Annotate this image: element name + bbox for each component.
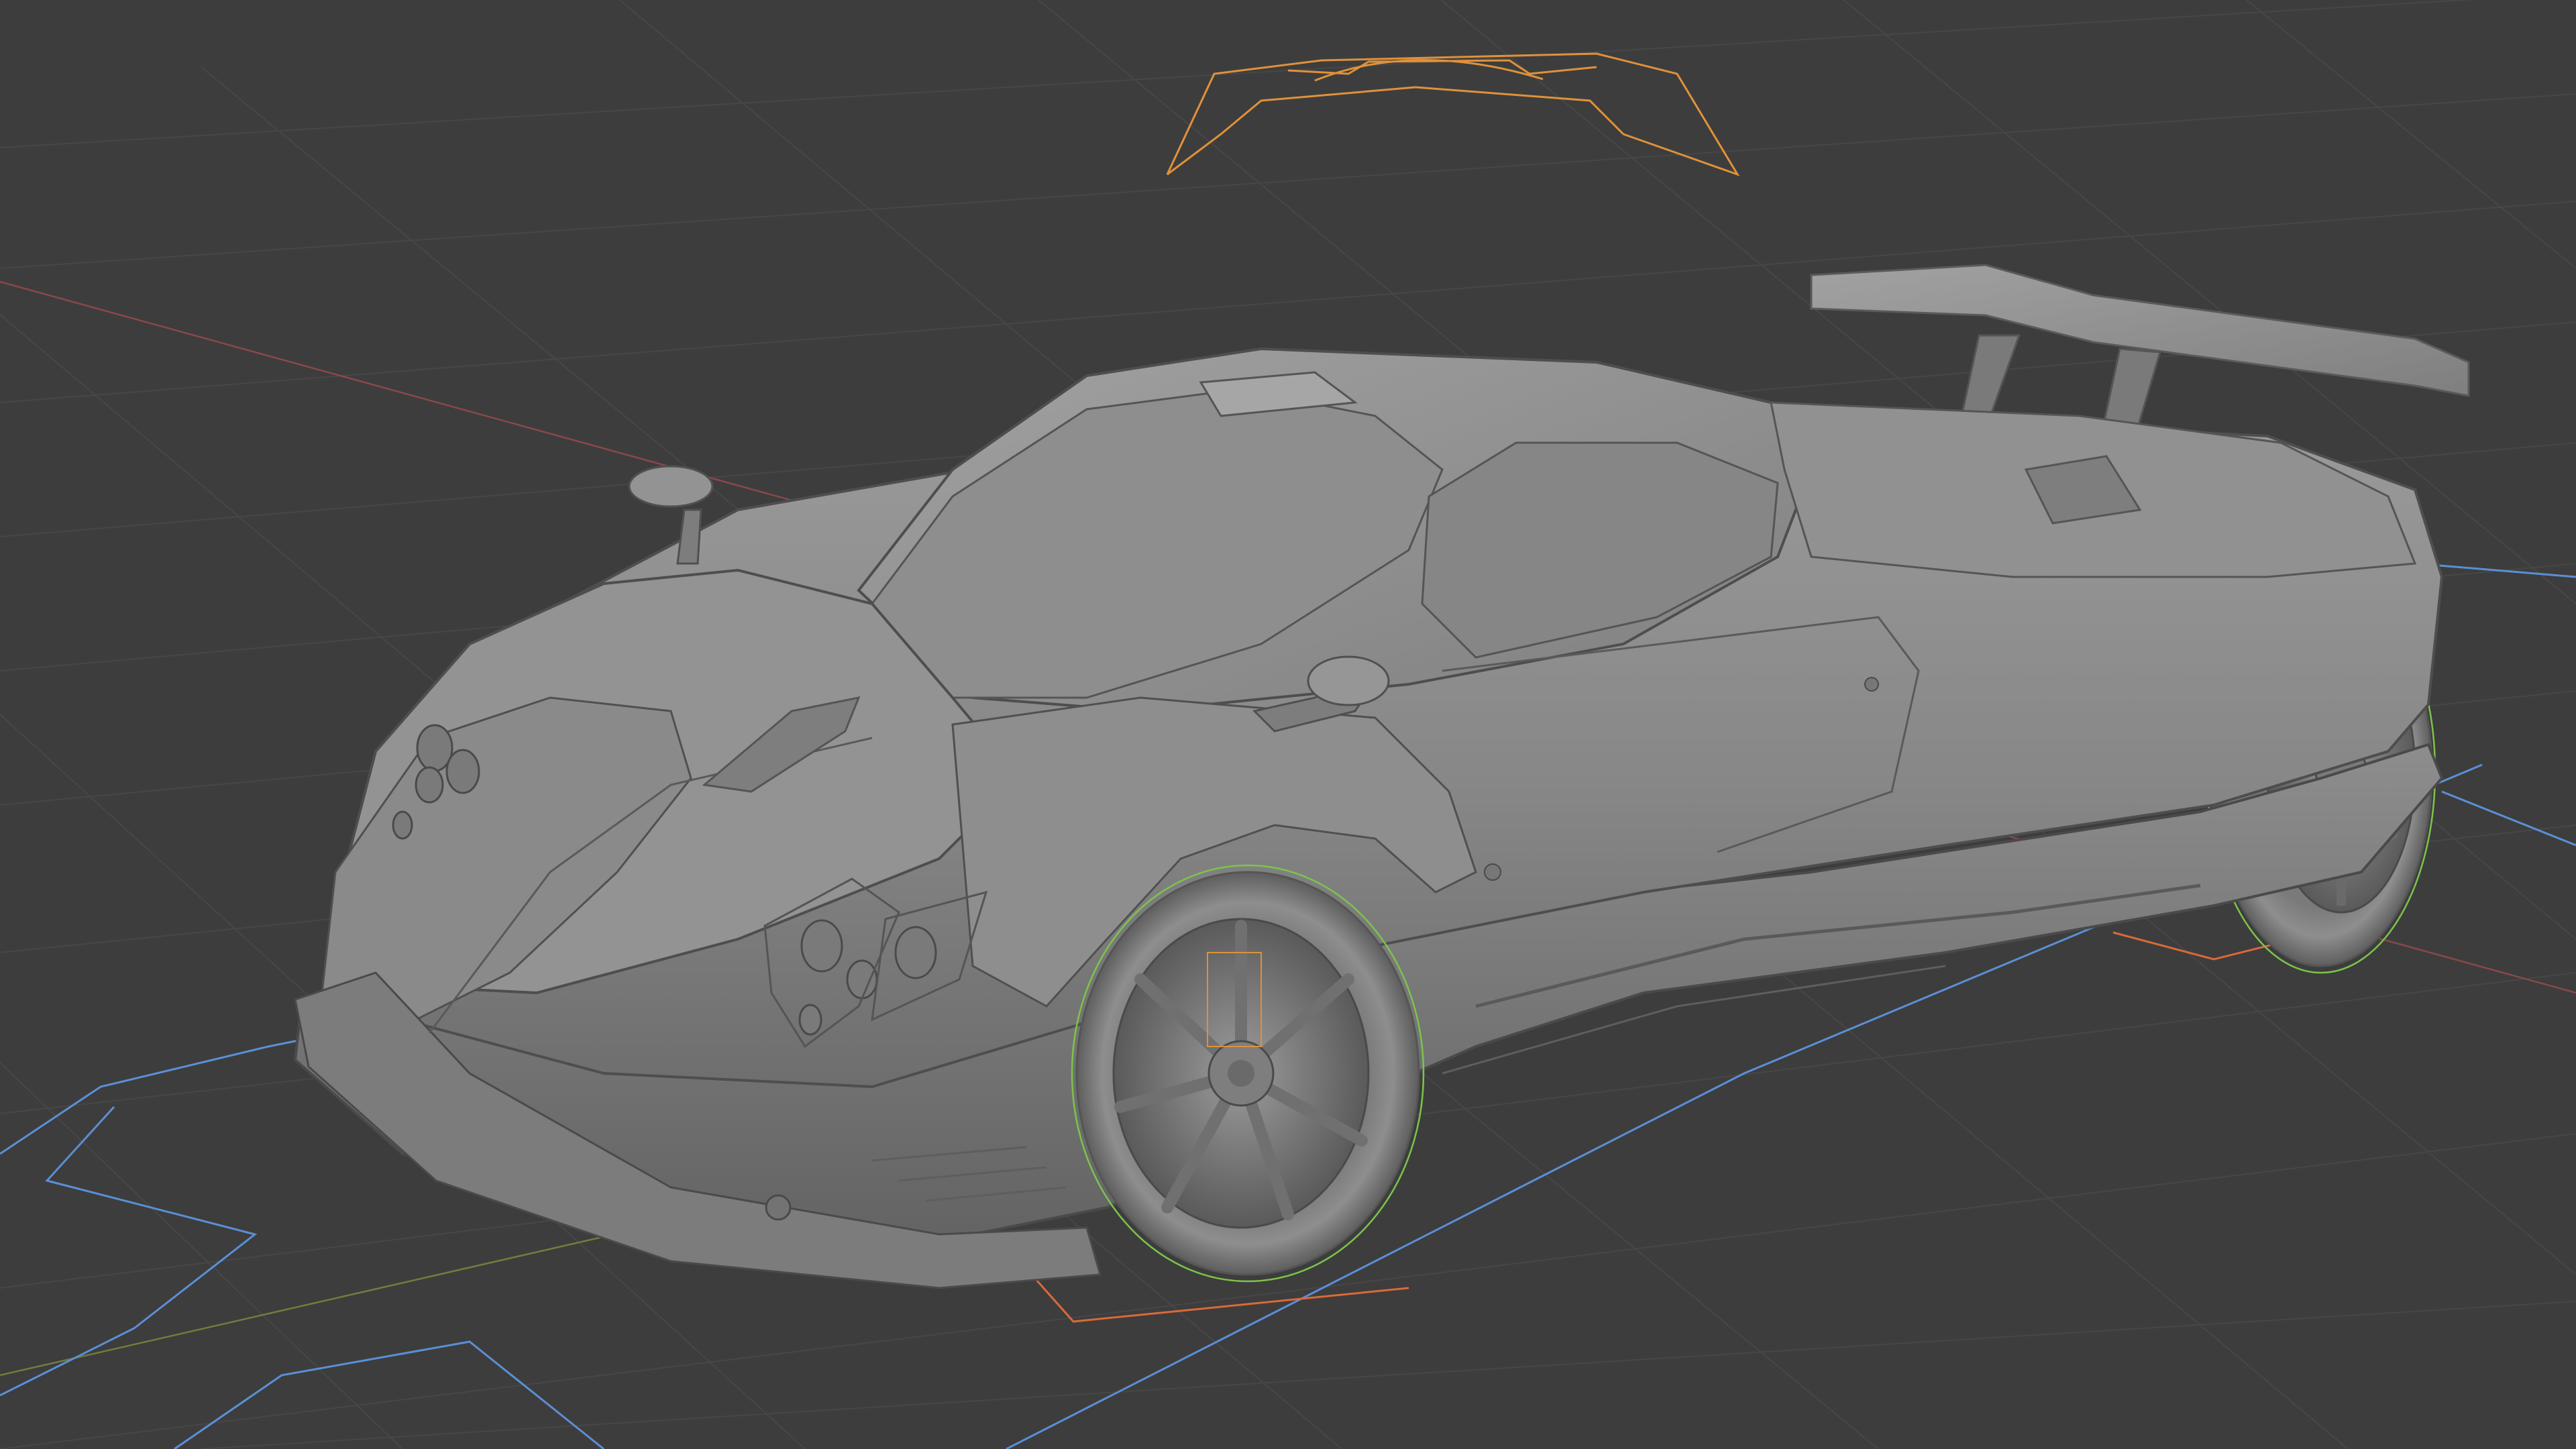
viewport-canvas[interactable]	[0, 0, 2576, 1449]
3d-viewport[interactable]	[0, 0, 2576, 1449]
